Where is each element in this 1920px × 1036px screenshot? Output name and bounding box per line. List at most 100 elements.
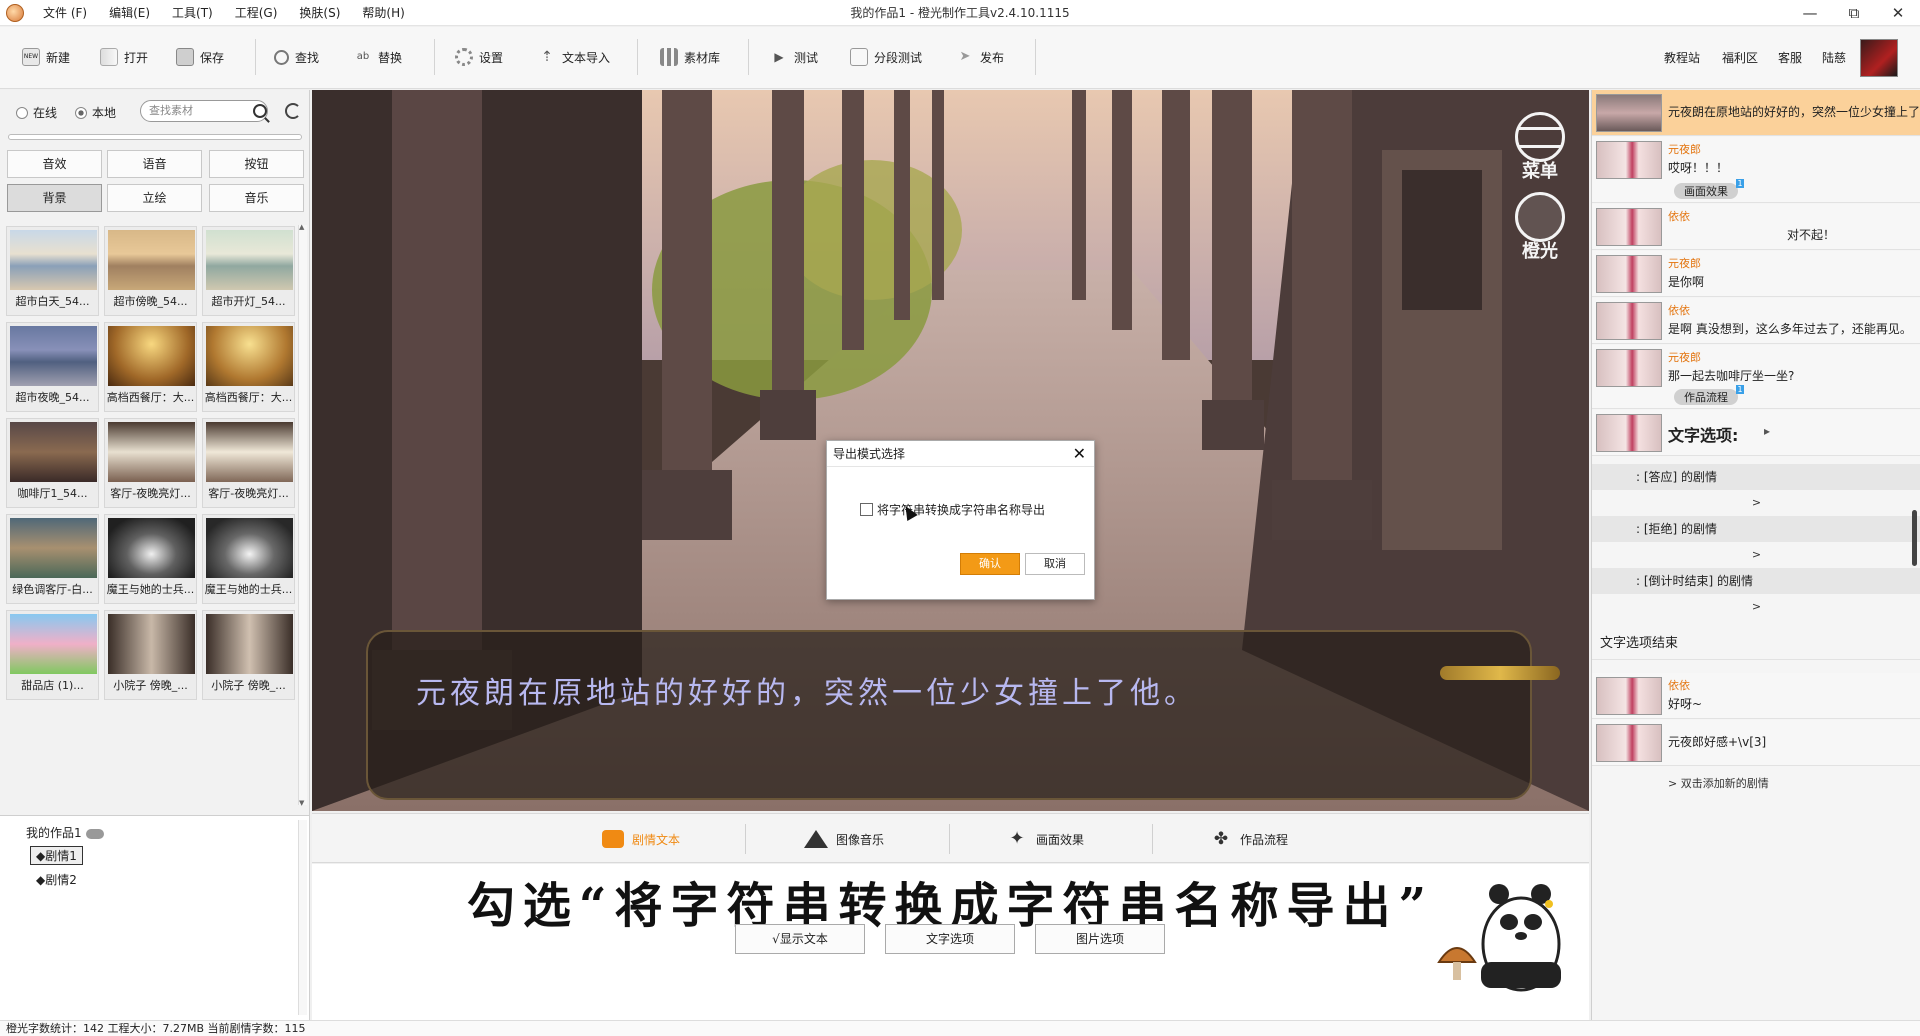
menu-tools[interactable]: 工具(T)	[161, 0, 224, 26]
script-row[interactable]: 元夜朗在原地站的好好的，突然一位少女撞上了	[1592, 90, 1920, 136]
project-root[interactable]: 我的作品1	[26, 824, 104, 841]
source-online-radio[interactable]: 在线	[16, 104, 57, 121]
script-row[interactable]: 元夜郎 是你啊	[1592, 251, 1920, 297]
asset-thumbnail[interactable]: 高档西餐厅：大...	[104, 322, 197, 412]
script-row[interactable]: 依依 对不起！	[1592, 204, 1920, 250]
new-file-icon: NEW	[22, 48, 40, 66]
menu-skin[interactable]: 换肤(S)	[288, 0, 351, 26]
test-button[interactable]: ▶ 测试	[770, 44, 818, 70]
menu-project[interactable]: 工程(G)	[224, 0, 289, 26]
menu-file[interactable]: 文件 (F)	[32, 0, 98, 26]
replace-icon: ab	[356, 51, 370, 62]
game-menu-button[interactable]: 菜单	[1513, 112, 1567, 182]
show-text-button[interactable]: √显示文本	[735, 924, 865, 954]
script-scrollbar[interactable]	[1912, 510, 1917, 566]
text-option-end[interactable]: 文字选项结束	[1592, 620, 1920, 660]
close-icon[interactable]: ✕	[1073, 441, 1086, 467]
confirm-button[interactable]: 确认	[960, 553, 1020, 575]
minimize-button[interactable]: —	[1788, 0, 1832, 26]
asset-thumbnail[interactable]: 小院子 傍晚_...	[104, 610, 197, 700]
option-sub-arrow[interactable]: >	[1592, 548, 1920, 561]
tab-screen-effects[interactable]: ✦ 画面效果	[1006, 827, 1084, 851]
source-local-radio[interactable]: 本地	[75, 104, 116, 121]
tree-scrollbar[interactable]	[298, 820, 307, 1015]
tree-chapter-1[interactable]: ◆剧情1	[30, 846, 83, 865]
tab-divider	[949, 824, 950, 854]
asset-thumbnail[interactable]: 小院子 傍晚_...	[202, 610, 295, 700]
option-branch[interactable]: : [倒计时结束] 的剧情	[1592, 568, 1920, 594]
asset-thumbnail[interactable]: 客厅-夜晚亮灯...	[104, 418, 197, 508]
asset-thumbnail[interactable]: 魔王与她的士兵...	[104, 514, 197, 604]
asset-thumbnail[interactable]: 超市开灯_54...	[202, 226, 295, 316]
category-portrait[interactable]: 立绘	[107, 184, 202, 212]
text-import-button[interactable]: ⇡ 文本导入	[538, 44, 610, 70]
tutorial-link[interactable]: 教程站	[1664, 49, 1700, 66]
asset-thumbnail[interactable]: 超市傍晚_54...	[104, 226, 197, 316]
cancel-button[interactable]: 取消	[1025, 553, 1085, 575]
save-button[interactable]: 保存	[176, 44, 224, 70]
refresh-icon[interactable]	[285, 103, 301, 119]
tab-story-text[interactable]: 剧情文本	[602, 827, 680, 851]
script-row[interactable]: 元夜郎 那一起去咖啡厅坐一坐? 作品流程 1	[1592, 345, 1920, 409]
category-music[interactable]: 音乐	[209, 184, 304, 212]
menu-help[interactable]: 帮助(H)	[351, 0, 415, 26]
asset-thumbnail[interactable]: 超市夜晚_54...	[6, 322, 99, 412]
support-link[interactable]: 客服	[1778, 49, 1802, 66]
settings-button[interactable]: 设置	[455, 44, 503, 70]
script-row[interactable]: 依依 是啊 真没想到，这么多年过去了，还能再见。	[1592, 298, 1920, 344]
search-icon[interactable]	[253, 104, 267, 118]
app-logo-icon[interactable]	[6, 4, 24, 22]
character-thumbnail	[1596, 414, 1662, 452]
add-story-hint[interactable]: > 双击添加新的剧情	[1668, 775, 1769, 791]
script-row[interactable]: 元夜郎好感+\v[3]	[1592, 720, 1920, 766]
asset-grid: 超市白天_54... 超市傍晚_54... 超市开灯_54... 超市夜晚_54…	[6, 226, 296, 806]
tab-work-flow-label: 作品流程	[1240, 832, 1289, 847]
asset-thumbnail[interactable]: 客厅-夜晚亮灯...	[202, 418, 295, 508]
menu-edit[interactable]: 编辑(E)	[98, 0, 161, 26]
image-options-button[interactable]: 图片选项	[1035, 924, 1165, 954]
asset-scrollbar[interactable]	[298, 223, 307, 807]
asset-search-input[interactable]	[140, 100, 268, 122]
asset-thumbnail[interactable]: 高档西餐厅：大...	[202, 322, 295, 412]
script-line: 好呀~	[1668, 697, 1703, 711]
text-options-button[interactable]: 文字选项	[885, 924, 1015, 954]
string-export-checkbox[interactable]	[860, 503, 873, 516]
category-background[interactable]: 背景	[7, 184, 102, 212]
asset-label: 魔王与她的士兵...	[204, 583, 293, 596]
replace-button[interactable]: ab 替换	[354, 44, 402, 70]
open-button[interactable]: 打开	[100, 44, 148, 70]
option-branch[interactable]: : [拒绝] 的剧情	[1592, 516, 1920, 542]
script-row[interactable]: 依依 好呀~	[1592, 673, 1920, 719]
asset-thumbnail[interactable]: 甜品店 (1)...	[6, 610, 99, 700]
tree-chapter-2[interactable]: ◆剧情2	[36, 871, 77, 888]
asset-thumbnail[interactable]: 超市白天_54...	[6, 226, 99, 316]
restore-button[interactable]: ⧉	[1832, 0, 1876, 26]
new-button[interactable]: NEW 新建	[22, 44, 70, 70]
asset-thumbnail[interactable]: 魔王与她的士兵...	[202, 514, 295, 604]
collapse-toggle-icon[interactable]	[85, 828, 104, 839]
option-branch[interactable]: : [答应] 的剧情	[1592, 464, 1920, 490]
category-sound-effects[interactable]: 音效	[7, 150, 102, 178]
asset-library-button[interactable]: 素材库	[660, 44, 720, 70]
find-button[interactable]: 查找	[274, 44, 319, 70]
tab-image-music[interactable]: 图像音乐	[804, 827, 884, 851]
category-buttons[interactable]: 按钮	[209, 150, 304, 178]
segment-test-button[interactable]: 分段测试	[850, 44, 922, 70]
script-row[interactable]: 元夜郎 哎呀！！！ 画面效果 1	[1592, 137, 1920, 203]
expand-arrow-icon[interactable]: ▸	[1764, 424, 1770, 438]
tab-work-flow[interactable]: ✤ 作品流程	[1210, 827, 1288, 851]
welfare-link[interactable]: 福利区	[1722, 49, 1758, 66]
close-window-button[interactable]: ✕	[1876, 0, 1920, 26]
option-sub-arrow[interactable]: >	[1592, 496, 1920, 509]
flow-tag[interactable]: 作品流程 1	[1674, 385, 1744, 405]
text-option-row[interactable]: 文字选项: ▸	[1592, 410, 1920, 456]
username-link[interactable]: 陆慈	[1822, 49, 1846, 66]
effect-tag[interactable]: 画面效果 1	[1674, 179, 1744, 199]
asset-thumbnail[interactable]: 咖啡厅1_54...	[6, 418, 99, 508]
thumbnail-size-slider[interactable]	[8, 134, 302, 140]
category-voice[interactable]: 语音	[107, 150, 202, 178]
option-sub-arrow[interactable]: >	[1592, 600, 1920, 613]
publish-button[interactable]: ➤ 发布	[956, 44, 1004, 70]
avatar[interactable]	[1860, 39, 1898, 77]
asset-thumbnail[interactable]: 绿色调客厅-白...	[6, 514, 99, 604]
